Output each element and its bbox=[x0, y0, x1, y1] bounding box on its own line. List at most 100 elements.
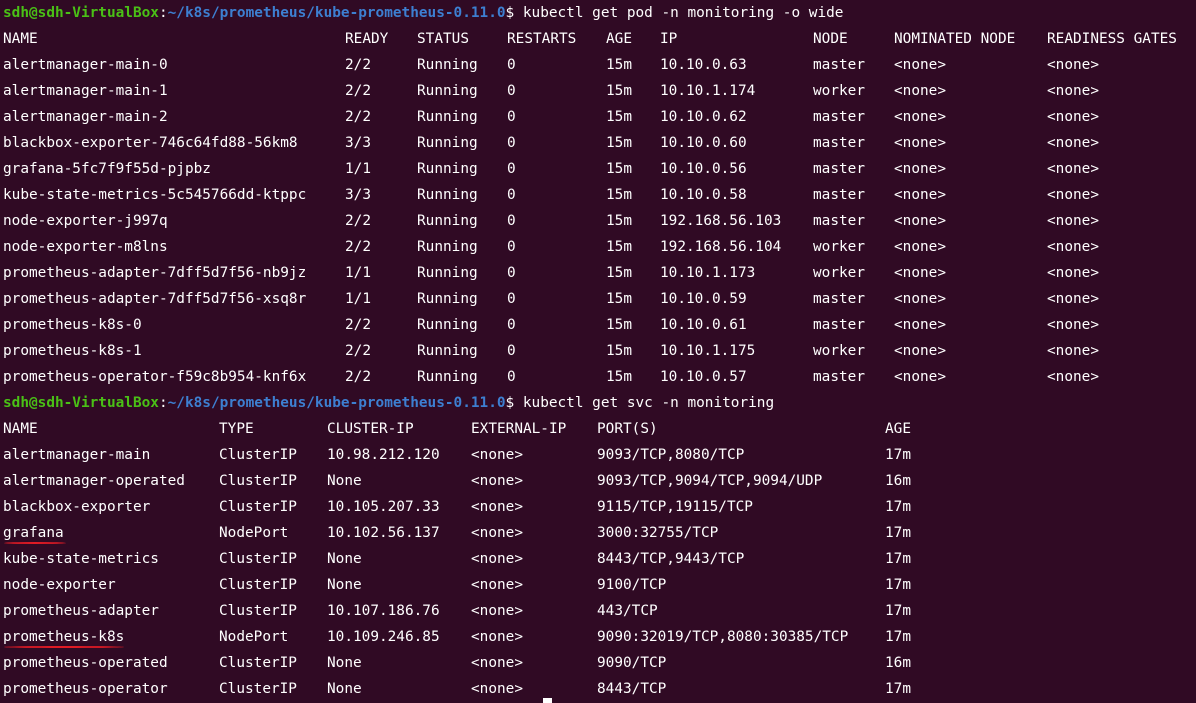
nominated-node-cell: <none> bbox=[894, 213, 946, 229]
readiness-gates-cell: <none> bbox=[1047, 265, 1099, 281]
age-cell: 17m bbox=[885, 577, 911, 593]
age-cell: 15m bbox=[606, 83, 632, 99]
pod-row: alertmanager-main-2 2/2 Running 0 15m 10.10.0… bbox=[0, 104, 1196, 130]
prompt-path: ~/k8s/prometheus/kube-prometheus-0.11.0 bbox=[167, 395, 506, 411]
node-cell: master bbox=[813, 109, 865, 125]
restarts-cell: 0 bbox=[507, 265, 516, 281]
pod-name-cell: prometheus-operator-f59c8b954-knf6x bbox=[3, 369, 307, 385]
age-cell: 17m bbox=[885, 603, 911, 619]
ready-cell: 2/2 bbox=[345, 343, 371, 359]
readiness-gates-cell: <none> bbox=[1047, 83, 1099, 99]
type-cell: ClusterIP bbox=[219, 577, 297, 593]
status-cell: Running bbox=[417, 343, 478, 359]
external-ip-header: EXTERNAL-IP bbox=[471, 421, 567, 437]
age-cell: 15m bbox=[606, 265, 632, 281]
cluster-ip-header: CLUSTER-IP bbox=[327, 421, 414, 437]
terminal-cursor bbox=[543, 698, 552, 703]
status-cell: Running bbox=[417, 187, 478, 203]
status-cell: Running bbox=[417, 369, 478, 385]
ready-cell: 2/2 bbox=[345, 213, 371, 229]
age-cell: 15m bbox=[606, 343, 632, 359]
age-cell: 15m bbox=[606, 57, 632, 73]
type-cell: ClusterIP bbox=[219, 681, 297, 697]
status-cell: Running bbox=[417, 135, 478, 151]
readiness-gates-cell: <none> bbox=[1047, 161, 1099, 177]
prompt-colon: : bbox=[158, 5, 168, 21]
prompt-dollar: $ bbox=[505, 395, 515, 411]
annotation-underline-prometheus-k8s bbox=[4, 646, 124, 648]
restarts-cell: 0 bbox=[507, 187, 516, 203]
status-cell: Running bbox=[417, 57, 478, 73]
ports-cell: 9090/TCP bbox=[597, 655, 667, 671]
nominated-node-cell: <none> bbox=[894, 239, 946, 255]
service-name-cell: alertmanager-operated bbox=[3, 473, 185, 489]
pod-row: node-exporter-m8lns 2/2 Running 0 15m 192.168… bbox=[0, 234, 1196, 260]
ports-cell: 9090:32019/TCP,8080:30385/TCP bbox=[597, 629, 849, 645]
age-cell: 15m bbox=[606, 213, 632, 229]
node-cell: master bbox=[813, 369, 865, 385]
restarts-cell: 0 bbox=[507, 239, 516, 255]
node-header: NODE bbox=[813, 31, 848, 47]
age-cell: 15m bbox=[606, 135, 632, 151]
node-cell: master bbox=[813, 317, 865, 333]
ready-cell: 1/1 bbox=[345, 291, 371, 307]
service-row: prometheus-operated ClusterIP None <none> 90… bbox=[0, 650, 1196, 676]
prompt-text: sdh@sdh-VirtualBox:~/k8s/prometheus/kube… bbox=[3, 0, 843, 26]
pods-header-row: NAME READY STATUS RESTARTS AGE IP NODE NOMINATE… bbox=[0, 26, 1196, 52]
ports-cell: 9093/TCP,9094/TCP,9094/UDP bbox=[597, 473, 823, 489]
cluster-ip-cell: None bbox=[327, 681, 362, 697]
node-cell: master bbox=[813, 57, 865, 73]
service-row: alertmanager-operated ClusterIP None <none>… bbox=[0, 468, 1196, 494]
ready-cell: 1/1 bbox=[345, 161, 371, 177]
service-row: node-exporter ClusterIP None <none> 9100/TCP… bbox=[0, 572, 1196, 598]
pod-name-cell: alertmanager-main-1 bbox=[3, 83, 168, 99]
service-row: alertmanager-main ClusterIP 10.98.212.120 <… bbox=[0, 442, 1196, 468]
external-ip-cell: <none> bbox=[471, 629, 523, 645]
nominated-node-cell: <none> bbox=[894, 317, 946, 333]
restarts-cell: 0 bbox=[507, 369, 516, 385]
pod-row: prometheus-operator-f59c8b954-knf6x 2/2 Ru… bbox=[0, 364, 1196, 390]
type-cell: ClusterIP bbox=[219, 551, 297, 567]
type-cell: ClusterIP bbox=[219, 447, 297, 463]
pod-name-header: NAME bbox=[3, 31, 38, 47]
nominated-node-cell: <none> bbox=[894, 369, 946, 385]
ready-cell: 2/2 bbox=[345, 369, 371, 385]
ready-cell: 1/1 bbox=[345, 265, 371, 281]
readiness-gates-cell: <none> bbox=[1047, 213, 1099, 229]
ready-cell: 2/2 bbox=[345, 239, 371, 255]
nominated-node-cell: <none> bbox=[894, 135, 946, 151]
age-cell: 15m bbox=[606, 369, 632, 385]
ip-cell: 192.168.56.103 bbox=[660, 213, 782, 229]
pod-name-cell: blackbox-exporter-746c64fd88-56km8 bbox=[3, 135, 298, 151]
node-cell: worker bbox=[813, 343, 865, 359]
services-header-row: NAME TYPE CLUSTER-IP EXTERNAL-IP PORT(S) AGE bbox=[0, 416, 1196, 442]
ip-cell: 10.10.0.62 bbox=[660, 109, 747, 125]
restarts-cell: 0 bbox=[507, 109, 516, 125]
nominated-node-cell: <none> bbox=[894, 57, 946, 73]
service-row: prometheus-adapter ClusterIP 10.107.186.76… bbox=[0, 598, 1196, 624]
ports-cell: 8443/TCP bbox=[597, 681, 667, 697]
nominated-node-cell: <none> bbox=[894, 109, 946, 125]
prompt-line-1: sdh@sdh-VirtualBox:~/k8s/prometheus/kube… bbox=[0, 0, 1196, 26]
terminal-window[interactable]: sdh@sdh-VirtualBox:~/k8s/prometheus/kube… bbox=[0, 0, 1196, 703]
nominated-node-cell: <none> bbox=[894, 291, 946, 307]
status-cell: Running bbox=[417, 291, 478, 307]
prompt-dollar: $ bbox=[505, 5, 515, 21]
pod-name-cell: grafana-5fc7f9f55d-pjpbz bbox=[3, 161, 211, 177]
pod-name-cell: node-exporter-m8lns bbox=[3, 239, 168, 255]
readiness-gates-cell: <none> bbox=[1047, 369, 1099, 385]
age-header: AGE bbox=[606, 31, 632, 47]
pod-row: prometheus-k8s-0 2/2 Running 0 15m 10.10.0.61… bbox=[0, 312, 1196, 338]
node-cell: master bbox=[813, 213, 865, 229]
nominated-node-cell: <none> bbox=[894, 343, 946, 359]
pod-name-cell: prometheus-k8s-0 bbox=[3, 317, 142, 333]
ready-cell: 2/2 bbox=[345, 317, 371, 333]
service-name-cell: prometheus-operated bbox=[3, 655, 168, 671]
restarts-cell: 0 bbox=[507, 343, 516, 359]
ready-header: READY bbox=[345, 31, 389, 47]
restarts-cell: 0 bbox=[507, 57, 516, 73]
external-ip-cell: <none> bbox=[471, 473, 523, 489]
cluster-ip-cell: 10.98.212.120 bbox=[327, 447, 440, 463]
cluster-ip-cell: 10.109.246.85 bbox=[327, 629, 440, 645]
restarts-header: RESTARTS bbox=[507, 31, 577, 47]
